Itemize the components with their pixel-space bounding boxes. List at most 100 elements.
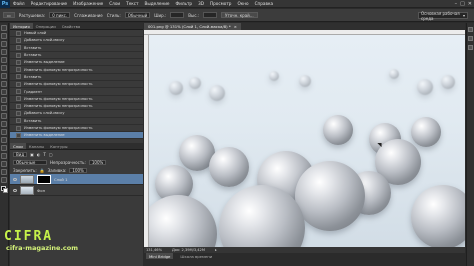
eraser-tool-icon[interactable]: [1, 105, 7, 111]
quick-select-tool-icon[interactable]: [1, 49, 7, 55]
history-checkbox[interactable]: [16, 110, 21, 116]
feather-input[interactable]: 0 пикс.: [49, 12, 71, 18]
history-item[interactable]: Изменить фоновую непрозрачность: [10, 103, 143, 111]
eye-icon[interactable]: [13, 177, 17, 181]
tab-channels[interactable]: Каналы: [26, 143, 47, 149]
eyedropper-tool-icon[interactable]: [1, 65, 7, 71]
history-item[interactable]: Вставить: [10, 52, 143, 60]
eye-icon[interactable]: [13, 188, 17, 192]
history-checkbox[interactable]: [16, 67, 21, 73]
path-select-tool-icon[interactable]: [1, 153, 7, 159]
tab-layers[interactable]: Слои: [10, 143, 26, 150]
tab-history[interactable]: История: [10, 23, 33, 29]
history-item[interactable]: Вставить: [10, 118, 143, 125]
menu-edit[interactable]: Редактирование: [28, 1, 71, 6]
minimize-button[interactable]: –: [455, 1, 458, 7]
history-item[interactable]: Изменить фоновую непрозрачность: [10, 125, 143, 133]
filter-shape-icon[interactable]: ▢: [49, 152, 53, 157]
chevron-right-icon[interactable]: ▸: [215, 248, 217, 252]
history-checkbox[interactable]: [16, 103, 21, 109]
hand-tool-icon[interactable]: [1, 169, 7, 175]
history-checkbox[interactable]: [16, 96, 21, 102]
layer-row[interactable]: Слой 1: [10, 174, 143, 186]
history-checkbox[interactable]: [16, 59, 21, 65]
menu-filter[interactable]: Фильтр: [173, 1, 196, 6]
history-item[interactable]: Добавить слой-маску: [10, 37, 143, 45]
fill-input[interactable]: 100%: [69, 167, 87, 173]
pen-tool-icon[interactable]: [1, 137, 7, 143]
document-info[interactable]: Док: 2,39M/3,42M: [172, 248, 205, 252]
layer-mask-thumbnail[interactable]: [37, 174, 51, 184]
layer-row[interactable]: Фон: [10, 185, 143, 197]
history-checkbox[interactable]: [16, 89, 21, 95]
zoom-level[interactable]: 131,46%: [146, 248, 162, 252]
layer-kind-select[interactable]: Вид: [13, 151, 28, 157]
refine-edge-button[interactable]: Уточн. край...: [221, 12, 258, 18]
color-swatches[interactable]: [0, 186, 8, 193]
tab-actions[interactable]: Операции: [33, 23, 59, 29]
filter-type-icon[interactable]: T: [43, 152, 45, 157]
antialias-checkbox[interactable]: Сглаживание: [74, 13, 103, 18]
move-tool-icon[interactable]: [1, 25, 7, 31]
menu-type[interactable]: Текст: [123, 1, 141, 6]
layer-name[interactable]: Фон: [37, 188, 45, 193]
blend-mode-select[interactable]: Обычные: [13, 159, 47, 165]
shape-tool-icon[interactable]: [1, 161, 7, 167]
maximize-button[interactable]: □: [460, 1, 465, 7]
dodge-tool-icon[interactable]: [1, 129, 7, 135]
color-panel-icon[interactable]: [468, 36, 473, 41]
menu-window[interactable]: Окно: [234, 1, 251, 6]
tab-properties[interactable]: Свойства: [59, 23, 84, 29]
history-checkbox[interactable]: [16, 118, 21, 124]
history-item[interactable]: Изменить фоновую непрозрачность: [10, 66, 143, 74]
menu-file[interactable]: Файл: [10, 1, 28, 6]
menu-layers[interactable]: Слои: [106, 1, 123, 6]
zoom-tool-icon[interactable]: [1, 177, 7, 183]
marquee-tool-icon[interactable]: [1, 33, 7, 39]
panel-collapse-icon[interactable]: [468, 27, 473, 32]
opacity-input[interactable]: 100%: [88, 159, 107, 165]
close-button[interactable]: ✕: [468, 1, 472, 7]
history-item[interactable]: Вставить: [10, 45, 143, 52]
workspace-select[interactable]: Основная рабочая среда ▾: [418, 11, 468, 21]
history-item[interactable]: Добавить слой-маску: [10, 110, 143, 118]
gradient-tool-icon[interactable]: [1, 113, 7, 119]
menu-3d[interactable]: 3D: [195, 1, 207, 6]
layer-name[interactable]: Слой 1: [54, 177, 68, 182]
menu-view[interactable]: Просмотр: [207, 1, 235, 6]
blur-tool-icon[interactable]: [1, 121, 7, 127]
tab-timeline[interactable]: Шкала времени: [177, 253, 215, 259]
history-item-selected[interactable]: Изменить выделение: [10, 132, 143, 140]
type-tool-icon[interactable]: [1, 145, 7, 151]
lasso-tool-icon[interactable]: [1, 41, 7, 47]
history-checkbox[interactable]: [16, 132, 21, 138]
history-checkbox[interactable]: [16, 52, 21, 58]
swatches-panel-icon[interactable]: [468, 45, 473, 50]
history-checkbox[interactable]: [16, 45, 21, 51]
menu-help[interactable]: Справка: [252, 1, 276, 6]
history-brush-tool-icon[interactable]: [1, 97, 7, 103]
healing-tool-icon[interactable]: [1, 73, 7, 79]
marquee-tool-icon[interactable]: ▭: [3, 12, 15, 18]
history-item[interactable]: Изменить фоновую непрозрачность: [10, 81, 143, 89]
menu-image[interactable]: Изображение: [70, 1, 106, 6]
document-tab[interactable]: 001.png @ 131% (Слой 1, Слой-маска/8) * …: [144, 23, 241, 30]
stamp-tool-icon[interactable]: [1, 89, 7, 95]
close-icon[interactable]: ×: [234, 24, 237, 29]
history-item[interactable]: Новый слой: [10, 30, 143, 38]
history-checkbox[interactable]: [16, 125, 21, 131]
filter-pixel-icon[interactable]: ▣: [30, 152, 34, 157]
lock-icon[interactable]: 🔒: [40, 168, 45, 173]
height-input[interactable]: [203, 12, 218, 18]
history-item[interactable]: Изменить фоновую непрозрачность: [10, 96, 143, 103]
crop-tool-icon[interactable]: [1, 57, 7, 63]
menu-select[interactable]: Выделение: [142, 1, 173, 6]
image-canvas[interactable]: [149, 35, 465, 247]
history-item[interactable]: Изменить выделение: [10, 59, 143, 67]
history-item[interactable]: Вставить: [10, 74, 143, 82]
style-select[interactable]: Обычный: [124, 12, 151, 18]
brush-tool-icon[interactable]: [1, 81, 7, 87]
tab-paths[interactable]: Контуры: [47, 143, 70, 149]
history-checkbox[interactable]: [16, 30, 21, 36]
history-item[interactable]: Градиент: [10, 88, 143, 96]
